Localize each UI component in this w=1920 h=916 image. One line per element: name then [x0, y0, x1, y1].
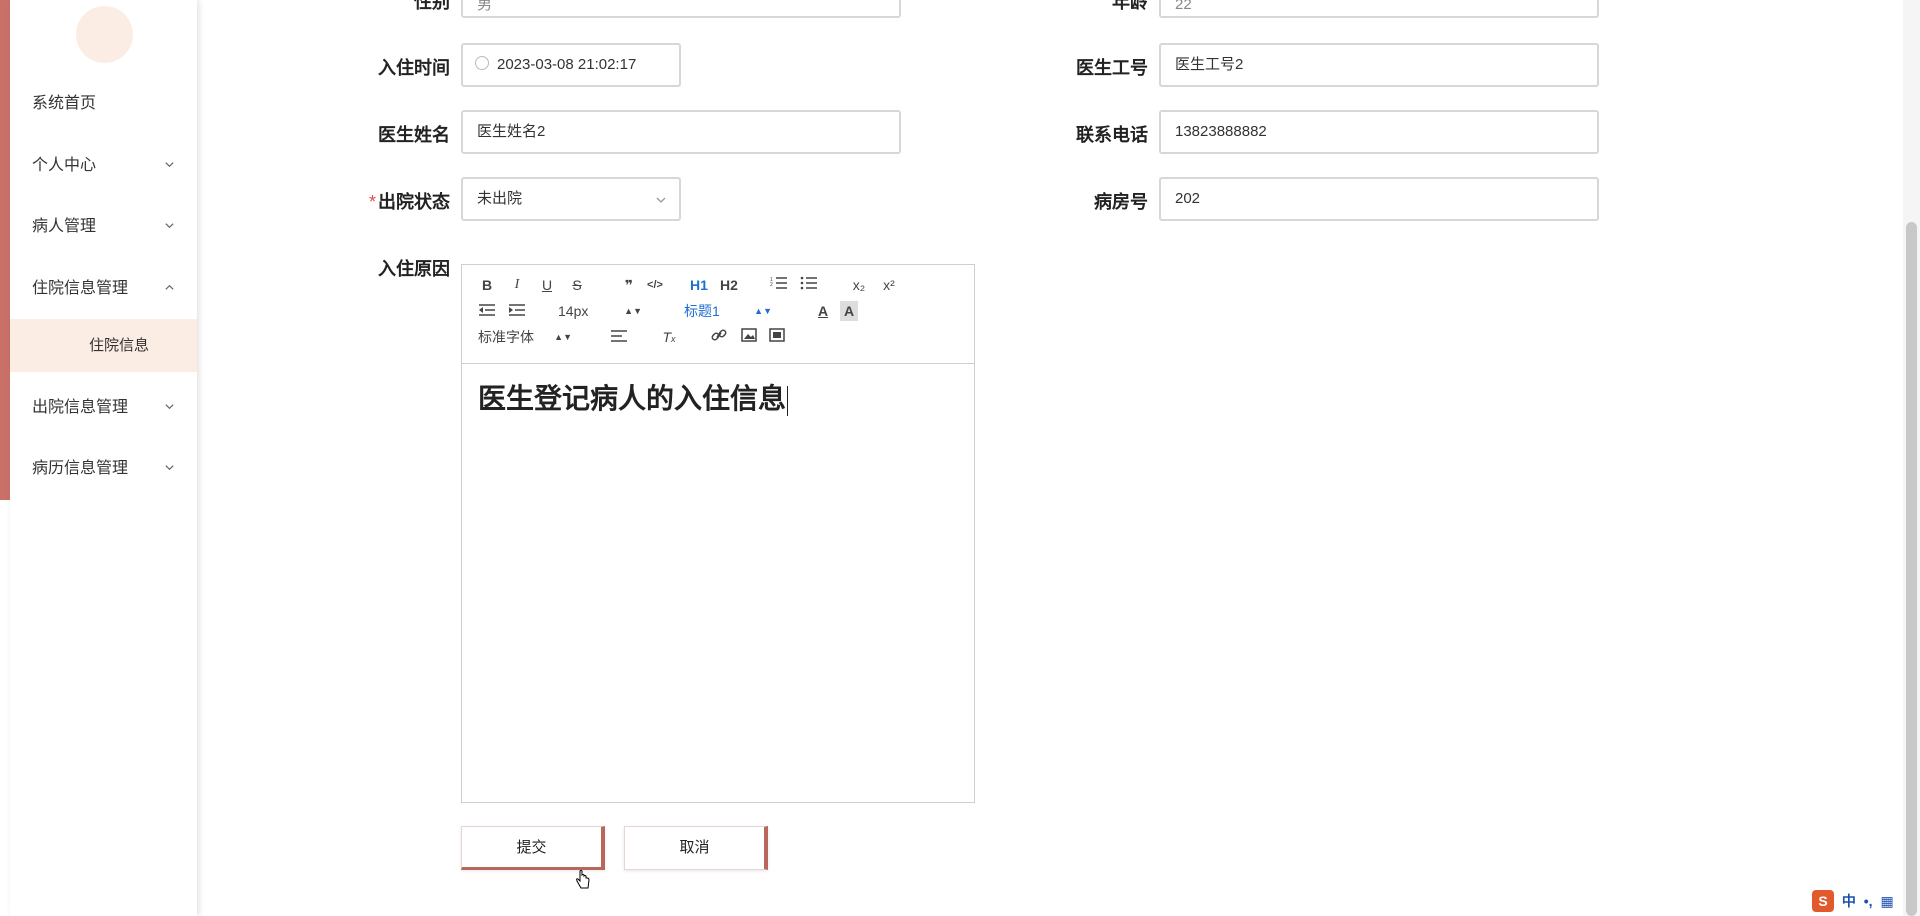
ime-punct: •, — [1863, 893, 1873, 909]
header2-button[interactable]: H2 — [718, 275, 740, 295]
sidebar-item-discharge-management[interactable]: 出院信息管理 — [10, 388, 197, 428]
subscript-button[interactable]: x₂ — [848, 275, 870, 295]
doctor-name-label: 医生姓名 — [378, 125, 450, 145]
gender-value: 男 — [477, 0, 493, 13]
chevron-down-icon — [164, 207, 175, 247]
scrollbar-thumb[interactable] — [1906, 222, 1917, 916]
sidebar-item-label: 病历信息管理 — [32, 460, 129, 477]
room-no-field[interactable]: 202 — [1159, 177, 1599, 221]
code-block-button[interactable]: </> — [644, 275, 666, 295]
blockquote-button[interactable]: ❞ — [618, 275, 640, 295]
sidebar-item-label: 住院信息管理 — [32, 280, 129, 297]
sidebar-item-label: 系统首页 — [32, 95, 97, 112]
sidebar-accent-bar — [0, 0, 10, 500]
sidebar-item-medical-record-management[interactable]: 病历信息管理 — [10, 449, 197, 489]
hand-cursor-icon — [575, 870, 591, 895]
discharge-status-label: * 出院状态 — [350, 188, 450, 214]
indent-icon[interactable] — [506, 301, 528, 321]
select-updown-icon: ▲▼ — [554, 332, 572, 342]
sidebar-item-label: 病人管理 — [32, 218, 97, 235]
video-icon[interactable] — [766, 327, 788, 347]
sidebar-subitem-inpatient-info[interactable]: 住院信息 — [10, 319, 197, 372]
chevron-up-icon — [164, 269, 175, 309]
required-asterisk: * — [368, 192, 376, 212]
underline-button[interactable]: U — [536, 275, 558, 295]
font-size-value: 14px — [558, 303, 589, 319]
doctor-name-field[interactable]: 医生姓名2 — [461, 110, 901, 154]
header1-button[interactable]: H1 — [688, 275, 710, 295]
doctor-id-value: 医生工号2 — [1175, 56, 1244, 73]
editor-content-text: 医生登记病人的入住信息 — [478, 383, 787, 414]
sidebar-subitem-label: 住院信息 — [89, 337, 150, 354]
superscript-button[interactable]: x² — [878, 275, 900, 295]
chevron-down-icon — [164, 388, 175, 428]
gender-label: 性别 — [414, 0, 450, 12]
doctor-id-field[interactable]: 医生工号2 — [1159, 43, 1599, 87]
sidebar-item-label: 个人中心 — [32, 157, 97, 174]
chevron-down-icon — [164, 146, 175, 186]
editor-toolbar: B I U S ❞ </> H1 H2 12 x₂ x² 14px ▲▼ 标题1… — [462, 265, 974, 364]
cancel-button[interactable]: 取消 — [624, 826, 768, 870]
image-icon[interactable] — [738, 327, 760, 347]
checkin-time-label: 入住时间 — [378, 58, 450, 78]
ime-mode: 中 — [1841, 893, 1856, 909]
link-icon[interactable] — [708, 327, 730, 347]
align-icon[interactable] — [608, 327, 630, 347]
doctor-name-value: 医生姓名2 — [477, 123, 546, 140]
age-value: 22 — [1175, 0, 1192, 13]
reason-label: 入住原因 — [378, 259, 450, 279]
select-updown-icon: ▲▼ — [624, 306, 642, 316]
italic-button[interactable]: I — [506, 275, 528, 295]
sidebar-item-label: 出院信息管理 — [32, 399, 129, 416]
clear-format-icon[interactable]: Tx — [658, 327, 680, 347]
text-caret — [787, 385, 789, 416]
doctor-id-label: 医生工号 — [1076, 58, 1148, 78]
font-family-select[interactable]: 标准字体 ▲▼ — [478, 327, 588, 347]
sogou-ime-icon: S — [1812, 890, 1834, 912]
bullet-list-icon[interactable] — [798, 275, 820, 295]
clock-icon — [475, 56, 489, 71]
phone-field[interactable]: 13823888882 — [1159, 110, 1599, 154]
gender-field[interactable]: 男 — [461, 0, 901, 18]
editor-content[interactable]: 医生登记病人的入住信息 — [478, 377, 958, 421]
font-family-value: 标准字体 — [478, 329, 534, 345]
age-label: 年龄 — [1112, 0, 1148, 12]
age-field[interactable]: 22 — [1159, 0, 1599, 18]
strikethrough-button[interactable]: S — [566, 275, 588, 295]
room-no-value: 202 — [1175, 190, 1201, 207]
select-updown-icon: ▲▼ — [754, 306, 772, 316]
font-color-icon[interactable]: A — [812, 301, 834, 321]
checkin-time-value: 2023-03-08 21:02:17 — [497, 56, 637, 73]
sidebar-item-personal-center[interactable]: 个人中心 — [10, 146, 197, 186]
background-color-icon[interactable]: A — [840, 301, 858, 321]
phone-value: 13823888882 — [1175, 123, 1267, 140]
chevron-down-icon — [164, 449, 175, 489]
header-select-value: 标题1 — [684, 303, 720, 319]
header-select[interactable]: 标题1 ▲▼ — [684, 301, 778, 321]
submit-button[interactable]: 提交 — [461, 826, 605, 870]
avatar[interactable] — [76, 6, 133, 63]
bold-button[interactable]: B — [476, 275, 498, 295]
room-no-label: 病房号 — [1094, 192, 1148, 212]
chevron-down-icon — [655, 179, 667, 219]
grid-icon: ▦ — [1880, 893, 1894, 909]
discharge-status-label-text: 出院状态 — [378, 192, 450, 212]
font-size-select[interactable]: 14px ▲▼ — [558, 301, 648, 321]
sidebar-item-home[interactable]: 系统首页 — [10, 84, 197, 124]
sidebar: 系统首页 个人中心 病人管理 住院信息管理 住院信息 出院信息管理 病历信息管理 — [10, 0, 197, 916]
discharge-status-select[interactable]: 未出院 — [461, 177, 681, 221]
ime-tray[interactable]: S 中 •, ▦ — [1812, 890, 1920, 916]
checkin-time-field[interactable]: 2023-03-08 21:02:17 — [461, 43, 681, 87]
rich-text-editor: B I U S ❞ </> H1 H2 12 x₂ x² 14px ▲▼ 标题1… — [461, 264, 975, 803]
sidebar-item-inpatient-management[interactable]: 住院信息管理 — [10, 269, 197, 309]
ordered-list-icon[interactable]: 12 — [768, 275, 790, 295]
phone-label: 联系电话 — [1076, 125, 1148, 145]
sidebar-item-patient-management[interactable]: 病人管理 — [10, 207, 197, 247]
outdent-icon[interactable] — [476, 301, 498, 321]
svg-text:2: 2 — [770, 282, 773, 288]
discharge-status-value: 未出院 — [477, 190, 523, 207]
